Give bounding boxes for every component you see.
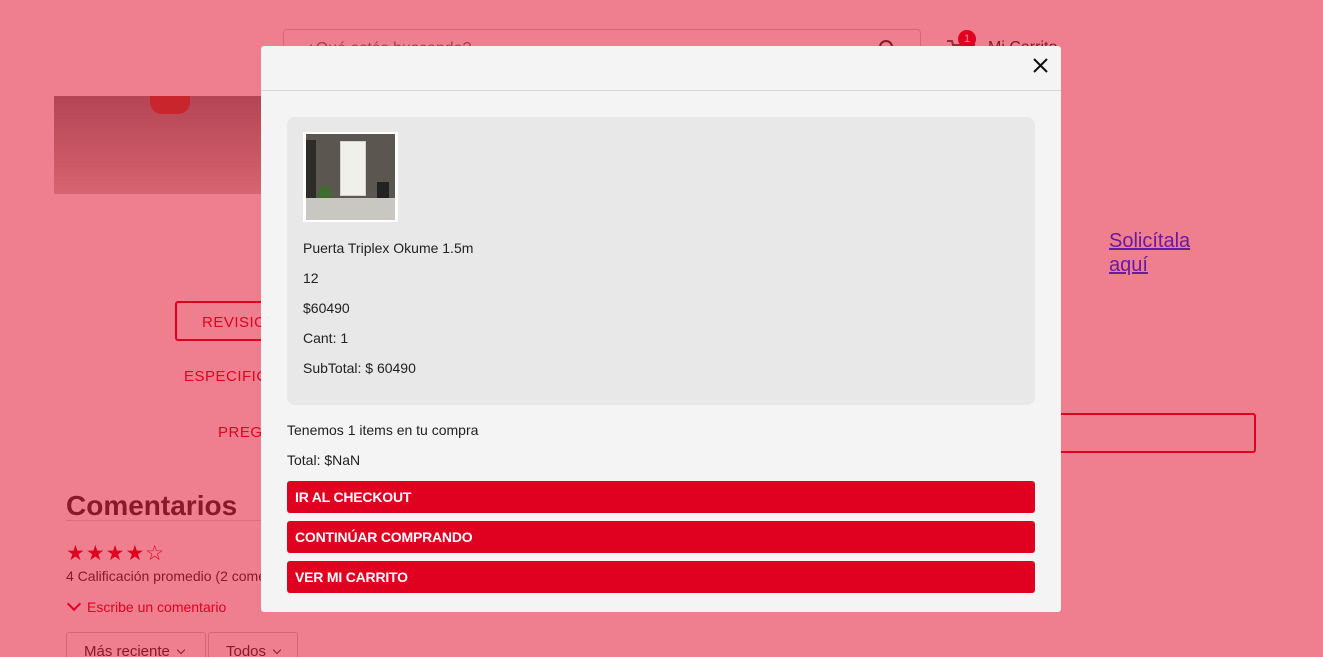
checkout-button[interactable]: IR AL CHECKOUT	[287, 481, 1035, 513]
item-quantity: Cant: 1	[303, 330, 349, 346]
request-link[interactable]: Solicítala aquí	[1109, 229, 1229, 277]
continue-shopping-button[interactable]: CONTINÚAR COMPRANDO	[287, 521, 1035, 553]
item-thumbnail	[303, 132, 398, 222]
item-price: $60490	[303, 300, 350, 316]
items-count-text: Tenemos 1 items en tu compra	[287, 422, 479, 438]
modal-header	[261, 46, 1061, 91]
total-text: Total: $NaN	[287, 452, 361, 468]
item-name: Puerta Triplex Okume 1.5m	[303, 240, 474, 256]
item-subtotal: SubTotal: $ 60490	[303, 360, 416, 376]
cart-item-card: Puerta Triplex Okume 1.5m 12 $60490 Cant…	[287, 117, 1035, 405]
cart-modal: Puerta Triplex Okume 1.5m 12 $60490 Cant…	[261, 46, 1061, 612]
close-icon[interactable]	[1032, 57, 1049, 74]
item-code: 12	[303, 270, 319, 286]
view-cart-button[interactable]: VER MI CARRITO	[287, 561, 1035, 593]
